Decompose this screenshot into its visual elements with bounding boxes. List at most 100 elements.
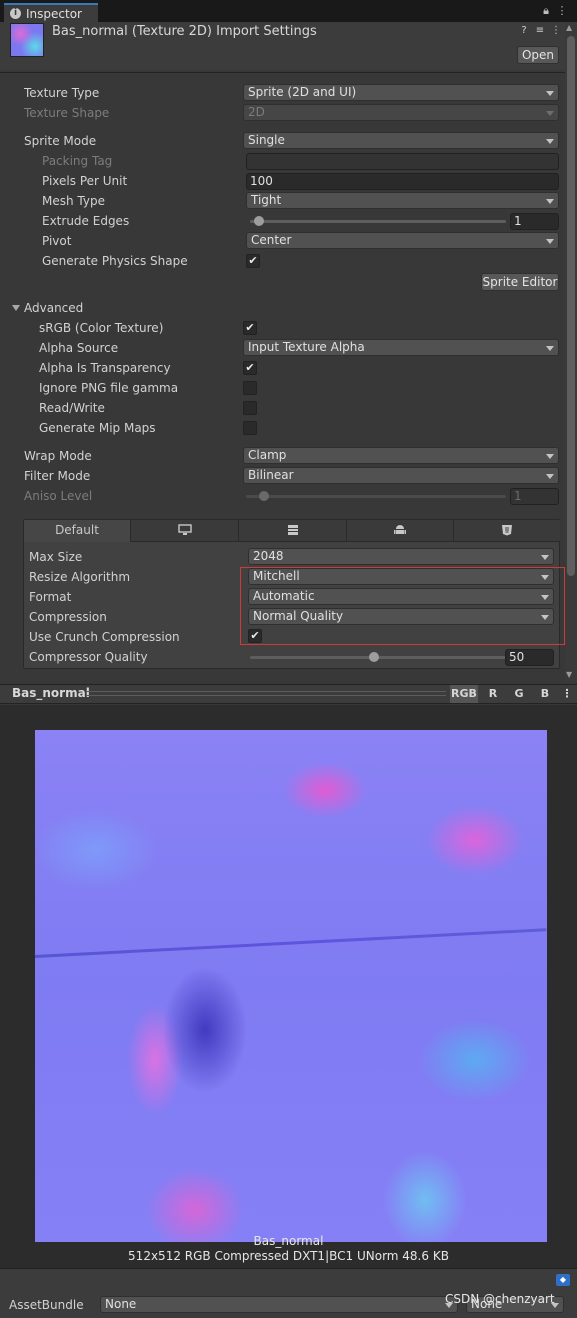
alpha-source-label: Alpha Source	[39, 341, 119, 355]
max-size-value: 2048	[253, 549, 284, 563]
compression-label: Compression	[29, 610, 107, 624]
advanced-foldout-label[interactable]: Advanced	[24, 301, 83, 315]
scroll-down-icon[interactable]: ▼	[566, 670, 572, 679]
texture-preview-image	[35, 730, 547, 1242]
tab-webgl[interactable]	[454, 520, 560, 542]
tab-default[interactable]: Default	[24, 520, 131, 542]
aniso-level-label: Aniso Level	[24, 489, 93, 503]
mesh-type-value: Tight	[251, 193, 282, 207]
compressor-quality-field[interactable]: 50	[505, 649, 554, 666]
alpha-transparency-checkbox[interactable]: ✔	[243, 361, 257, 375]
wrap-mode-label: Wrap Mode	[24, 449, 92, 463]
server-icon	[287, 525, 298, 535]
packing-tag-label: Packing Tag	[42, 154, 113, 168]
texture-type-dropdown[interactable]: Sprite (2D and UI)	[243, 84, 559, 101]
max-size-dropdown[interactable]: 2048	[248, 548, 554, 565]
tab-standalone[interactable]	[131, 520, 239, 542]
assetbundle-name-value: None	[105, 1297, 137, 1311]
texture-thumbnail	[10, 23, 44, 57]
extrude-slider-knob[interactable]	[254, 216, 264, 226]
quality-slider-knob[interactable]	[369, 652, 379, 662]
texture-type-label: Texture Type	[24, 86, 100, 100]
android-icon	[394, 525, 406, 534]
info-icon: i	[10, 8, 21, 19]
read-write-label: Read/Write	[39, 401, 105, 415]
quality-slider-track[interactable]	[250, 656, 528, 659]
pixels-per-unit-label: Pixels Per Unit	[42, 174, 128, 188]
advanced-foldout-icon[interactable]	[12, 305, 20, 311]
presets-icon[interactable]: ≡	[534, 25, 546, 37]
max-size-label: Max Size	[29, 550, 83, 564]
pixels-per-unit-field[interactable]: 100	[246, 173, 559, 190]
texture-shape-value: 2D	[248, 105, 265, 119]
wrap-mode-value: Clamp	[248, 448, 287, 462]
monitor-icon	[177, 524, 192, 535]
wrap-mode-dropdown[interactable]: Clamp	[243, 447, 559, 464]
sprite-mode-label: Sprite Mode	[24, 134, 97, 148]
texture-shape-dropdown: 2D	[243, 104, 559, 121]
channel-r-button[interactable]: R	[482, 685, 504, 703]
html5-icon	[502, 525, 512, 536]
tab-inspector[interactable]: i Inspector	[4, 3, 98, 22]
watermark-text: CSDN @chenzyart	[445, 1292, 555, 1306]
compressor-quality-label: Compressor Quality	[29, 650, 148, 664]
chevron-down-icon	[546, 239, 554, 244]
filter-mode-value: Bilinear	[248, 468, 294, 482]
channel-g-button[interactable]: G	[508, 685, 530, 703]
pivot-value: Center	[251, 233, 292, 247]
asset-label-icon[interactable]: ◆	[556, 1274, 570, 1286]
preview-texture-info: 512x512 RGB Compressed DXT1|BC1 UNorm 48…	[128, 1249, 449, 1263]
extrude-slider-track[interactable]	[250, 220, 506, 223]
preview-drag-handle[interactable]	[86, 691, 446, 696]
srgb-label: sRGB (Color Texture)	[39, 321, 164, 335]
alpha-source-value: Input Texture Alpha	[248, 340, 365, 354]
aniso-level-field: 1	[510, 488, 559, 505]
tab-server[interactable]	[239, 520, 347, 542]
chevron-down-icon	[546, 91, 554, 96]
png-gamma-checkbox[interactable]	[243, 381, 257, 395]
physics-shape-checkbox[interactable]: ✔	[246, 254, 260, 268]
window-menu-icon[interactable]: ⋮	[556, 4, 568, 18]
highlight-box	[240, 567, 565, 645]
pivot-dropdown[interactable]: Center	[246, 232, 559, 249]
mesh-type-dropdown[interactable]: Tight	[246, 192, 559, 209]
header-divider	[0, 72, 565, 73]
chevron-down-icon	[546, 111, 554, 116]
asset-title: Bas_normal (Texture 2D) Import Settings	[52, 24, 317, 39]
png-gamma-label: Ignore PNG file gamma	[39, 381, 179, 395]
preview-title: Bas_normal	[12, 686, 90, 700]
extrude-edges-field[interactable]: 1	[510, 213, 559, 230]
crunch-compression-label: Use Crunch Compression	[29, 630, 180, 644]
srgb-checkbox[interactable]: ✔	[243, 321, 257, 335]
assetbundle-label: AssetBundle	[9, 1298, 84, 1312]
filter-mode-dropdown[interactable]: Bilinear	[243, 467, 559, 484]
alpha-source-dropdown[interactable]: Input Texture Alpha	[243, 339, 559, 356]
sprite-editor-button[interactable]: Sprite Editor	[481, 273, 559, 291]
read-write-checkbox[interactable]	[243, 401, 257, 415]
mip-maps-checkbox[interactable]	[243, 421, 257, 435]
preview-menu-icon[interactable]: ⋮	[560, 685, 574, 703]
aniso-slider-knob	[259, 491, 269, 501]
physics-shape-label: Generate Physics Shape	[42, 254, 188, 268]
mesh-type-label: Mesh Type	[42, 194, 105, 208]
help-icon[interactable]: ?	[518, 25, 530, 37]
chevron-down-icon	[546, 139, 554, 144]
open-button[interactable]: Open	[517, 46, 559, 64]
channel-b-button[interactable]: B	[534, 685, 556, 703]
chevron-down-icon	[541, 555, 549, 560]
assetbundle-name-dropdown[interactable]: None	[100, 1296, 458, 1313]
lock-icon[interactable]: 🔒︎	[540, 4, 552, 18]
preview-texture-name: Bas_normal	[253, 1234, 324, 1248]
texture-type-value: Sprite (2D and UI)	[248, 85, 357, 99]
scrollbar-thumb[interactable]	[567, 36, 575, 576]
sprite-mode-value: Single	[248, 133, 285, 147]
format-label: Format	[29, 590, 72, 604]
sprite-mode-dropdown[interactable]: Single	[243, 132, 559, 149]
chevron-down-icon	[546, 199, 554, 204]
context-menu-icon[interactable]: ⋮	[550, 25, 562, 37]
scroll-up-icon[interactable]: ▲	[566, 23, 572, 32]
chevron-down-icon	[546, 454, 554, 459]
mip-maps-label: Generate Mip Maps	[39, 421, 156, 435]
channel-rgb-button[interactable]: RGB	[450, 685, 478, 703]
tab-android[interactable]	[347, 520, 454, 542]
